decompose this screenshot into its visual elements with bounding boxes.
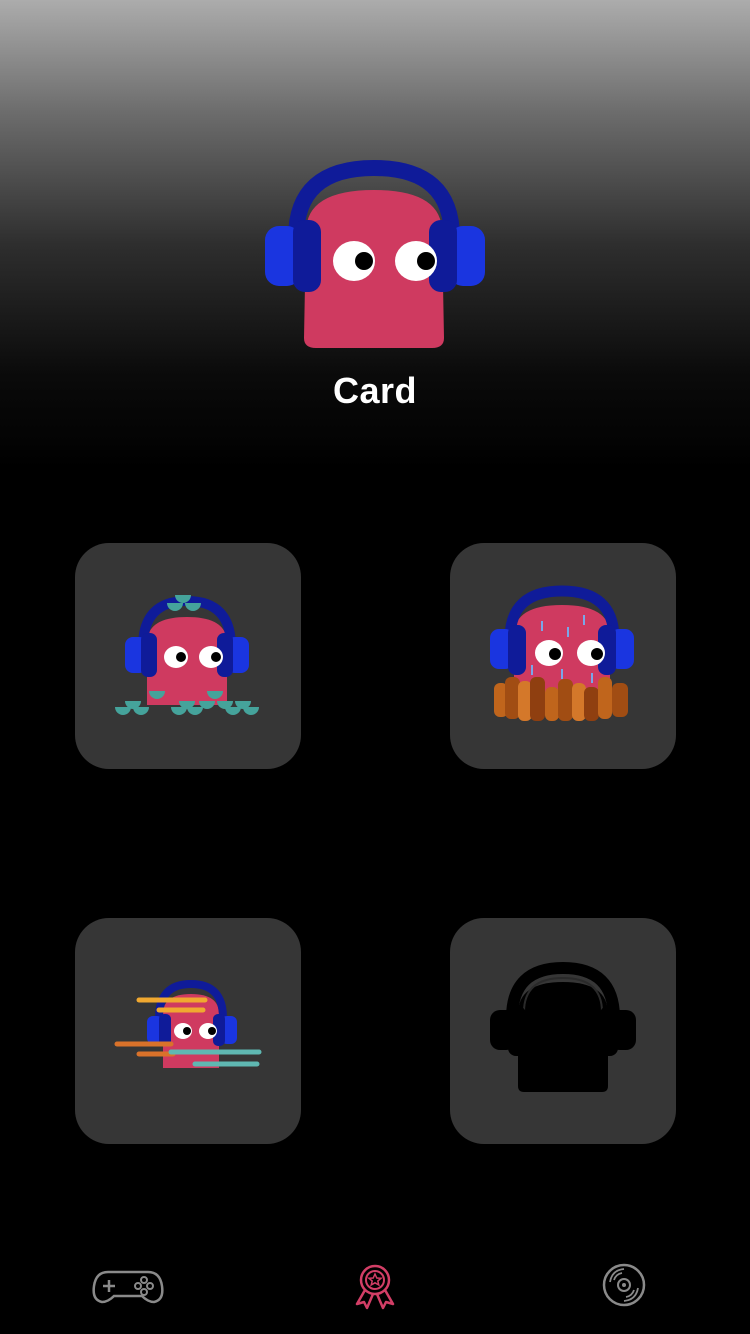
monster-fire-rain-icon <box>490 585 634 721</box>
monster-speed-icon <box>114 979 262 1068</box>
header-banner: Card <box>0 0 750 470</box>
card-locked[interactable] <box>450 918 676 1144</box>
monster-waves-icon <box>115 595 259 715</box>
nav-item-awards[interactable] <box>335 1260 415 1314</box>
bottom-nav <box>0 1240 750 1334</box>
card-waves[interactable] <box>75 543 301 769</box>
page-title: Card <box>332 370 418 411</box>
gamepad-icon <box>92 1270 164 1304</box>
nav-item-games[interactable] <box>88 1260 168 1314</box>
mascot-avatar-icon <box>265 160 485 348</box>
vinyl-disc-icon <box>602 1263 646 1307</box>
card-speed[interactable] <box>75 918 301 1144</box>
app-screen: Card <box>0 0 750 1334</box>
locked-silhouette-icon <box>490 961 636 1092</box>
card-fire-rain[interactable] <box>450 543 676 769</box>
nav-item-music[interactable] <box>584 1260 664 1314</box>
award-icon <box>355 1264 395 1310</box>
